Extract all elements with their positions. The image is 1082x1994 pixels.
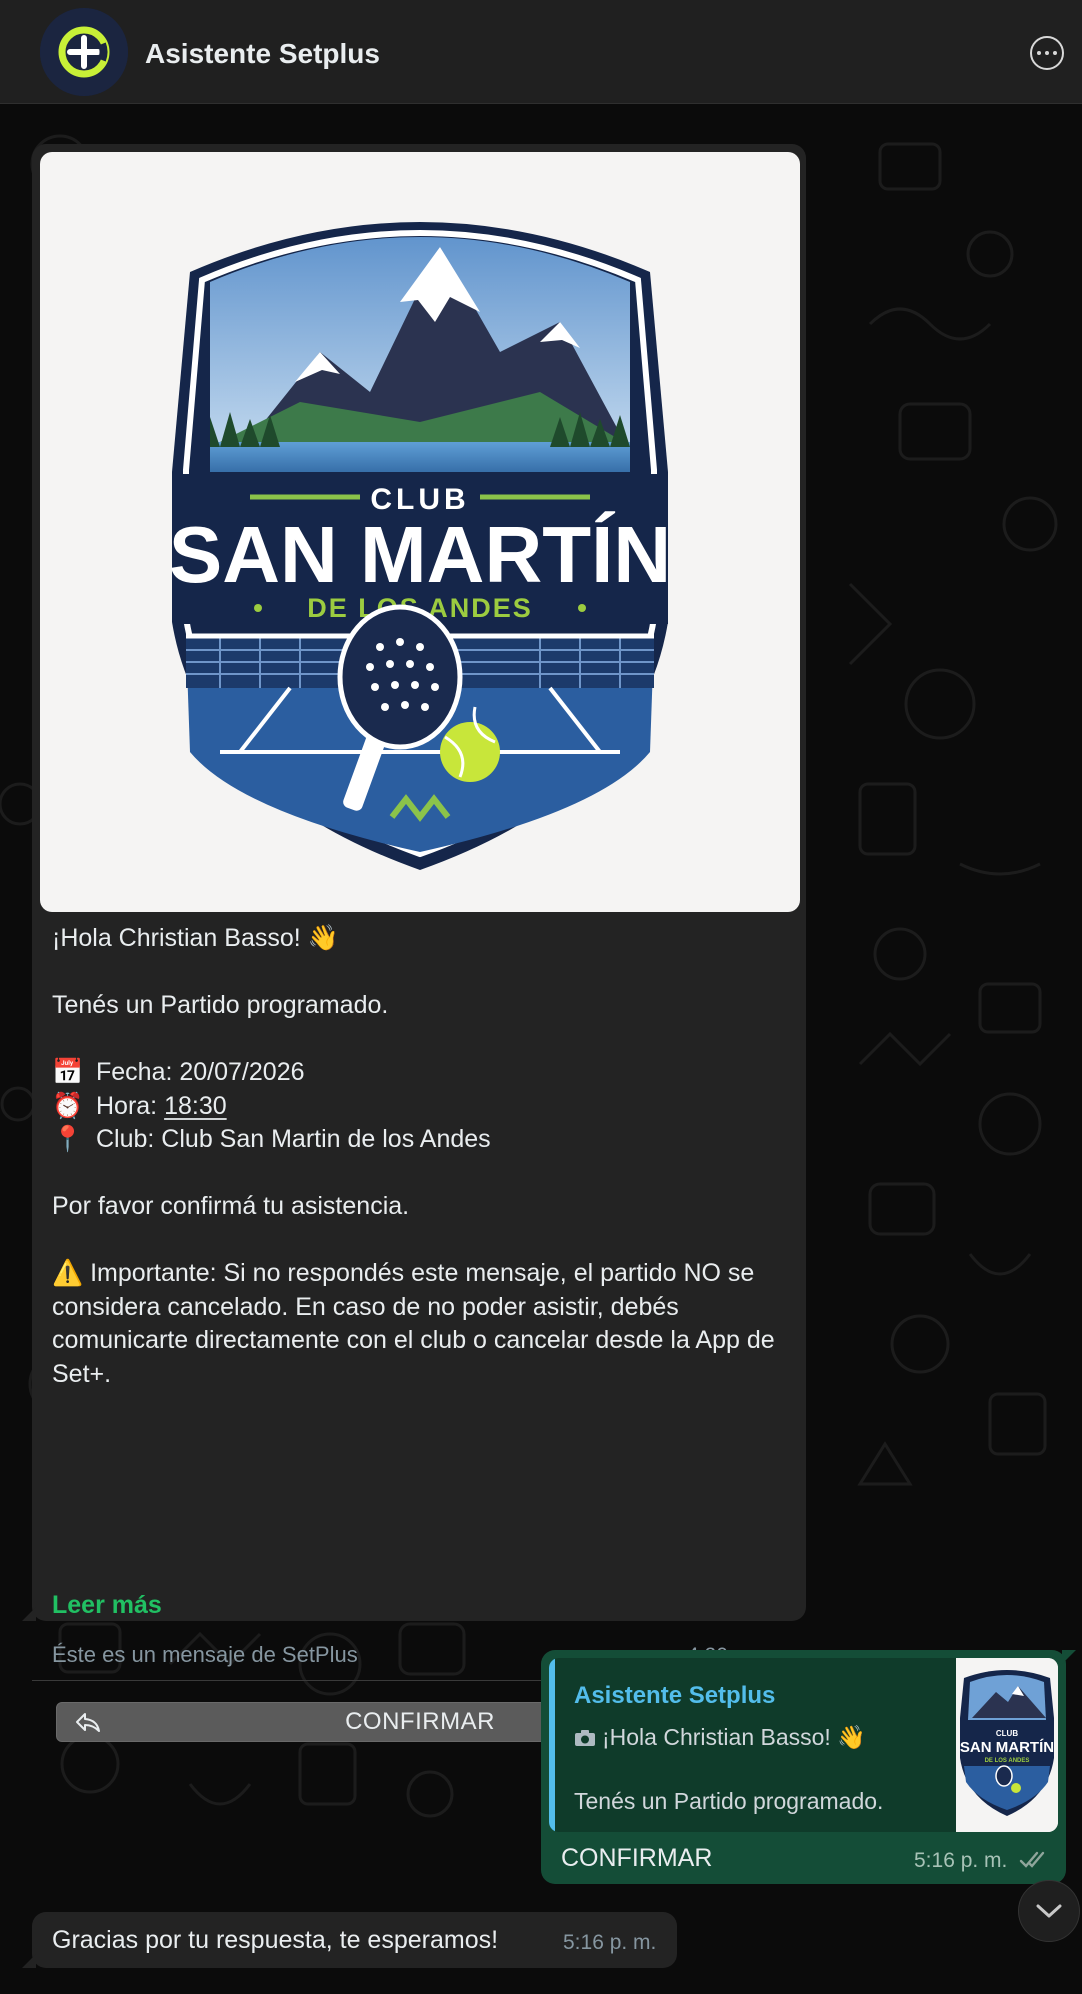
setplus-logo-icon xyxy=(40,8,128,96)
template-message-bubble: CLUB SAN MARTÍN DE LOS ANDES ¡Hola Chris… xyxy=(22,144,806,1742)
quote-line: Tenés un Partido programado. xyxy=(574,1788,884,1814)
confirm-request-text: Por favor confirmá tu asistencia. xyxy=(52,1192,410,1220)
chevron-down-icon xyxy=(1036,1904,1062,1918)
club-line: 📍 Club: Club San Martin de los Andes xyxy=(52,1123,792,1157)
calendar-icon: 📅 xyxy=(52,1058,84,1086)
club-crest-image[interactable]: CLUB SAN MARTÍN DE LOS ANDES xyxy=(40,152,800,912)
date-line: 📅 Fecha: 20/07/2026 xyxy=(52,1056,792,1090)
contact-name[interactable]: Asistente Setplus xyxy=(145,38,380,70)
message-time: 5:16 p. m. xyxy=(563,1931,657,1954)
svg-text:CLUB: CLUB xyxy=(996,1729,1018,1738)
time-link[interactable]: 18:30 xyxy=(164,1092,227,1120)
time-line: ⏰ Hora: 18:30 xyxy=(52,1090,792,1124)
greeting-text: ¡Hola Christian Basso! 👋 xyxy=(52,924,339,952)
message-text: Gracias por tu respuesta, te esperamos! xyxy=(52,1926,499,1954)
quote-accent-bar xyxy=(549,1658,555,1832)
svg-text:SAN MARTÍN: SAN MARTÍN xyxy=(169,510,671,599)
more-options-icon[interactable] xyxy=(1030,36,1064,70)
quoted-message[interactable]: Asistente Setplus ¡Hola Christian Basso!… xyxy=(549,1658,1058,1832)
message-text: ¡Hola Christian Basso! 👋 Tenés un Partid… xyxy=(52,922,792,1391)
scroll-to-bottom-button[interactable] xyxy=(1018,1880,1080,1942)
incoming-message-bubble: Gracias por tu respuesta, te esperamos! … xyxy=(22,1912,677,1968)
quote-author: Asistente Setplus xyxy=(574,1682,776,1709)
reply-icon xyxy=(76,1713,100,1732)
read-receipt-icon xyxy=(1019,1851,1045,1868)
reply-text: CONFIRMAR xyxy=(561,1844,713,1872)
confirm-button-label: CONFIRMAR xyxy=(345,1708,495,1735)
quote-thumbnail: CLUB SAN MARTÍN DE LOS ANDES xyxy=(956,1658,1058,1832)
club-crest-logo: CLUB SAN MARTÍN DE LOS ANDES xyxy=(169,222,671,870)
quote-line: ¡Hola Christian Basso! 👋 xyxy=(574,1724,866,1751)
warning-icon: ⚠️ xyxy=(52,1259,84,1287)
location-pin-icon: 📍 xyxy=(52,1125,84,1153)
svg-text:SAN MARTÍN: SAN MARTÍN xyxy=(960,1739,1054,1756)
svg-text:DE LOS ANDES: DE LOS ANDES xyxy=(985,1758,1030,1764)
warning-text: ⚠️ Importante: Si no respondés este mens… xyxy=(52,1259,775,1388)
read-more-link[interactable]: Leer más xyxy=(52,1591,162,1620)
reply-message-bubble: Asistente Setplus ¡Hola Christian Basso!… xyxy=(541,1650,1076,1884)
chat-window: Asistente Setplus CLUB SAN MARTÍN DE LOS… xyxy=(0,0,1082,1994)
camera-icon xyxy=(575,1729,595,1746)
alarm-clock-icon: ⏰ xyxy=(52,1091,84,1120)
chat-header: Asistente Setplus xyxy=(0,0,1082,104)
message-time: 5:16 p. m. xyxy=(914,1849,1008,1872)
club-crest-thumbnail: CLUB SAN MARTÍN DE LOS ANDES xyxy=(956,1658,1058,1832)
intro-text: Tenés un Partido programado. xyxy=(52,991,389,1019)
template-footer: Éste es un mensaje de SetPlus xyxy=(52,1642,358,1667)
contact-avatar[interactable] xyxy=(40,8,128,96)
